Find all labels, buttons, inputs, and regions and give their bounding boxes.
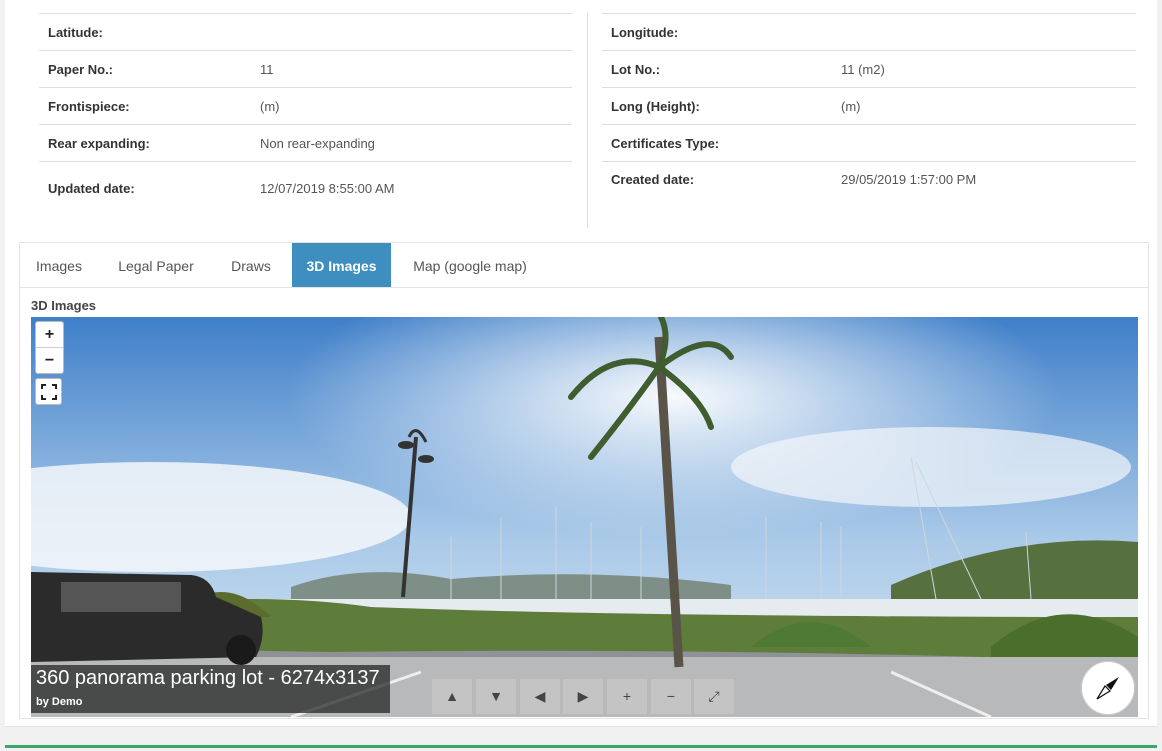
bottom-accent-bar xyxy=(5,745,1157,748)
nav-zoom-in-button[interactable]: + xyxy=(607,679,647,714)
detail-value: 11 (m2) xyxy=(841,61,885,77)
pan-up-button[interactable]: ▲ xyxy=(432,679,472,714)
detail-value: 29/05/2019 1:57:00 PM xyxy=(841,172,977,187)
zoom-out-button[interactable]: − xyxy=(36,347,63,373)
tab-map-google[interactable]: Map (google map) xyxy=(402,243,538,287)
detail-row-certificates-type: Certificates Type: xyxy=(602,124,1136,161)
tab-legal-paper[interactable]: Legal Paper xyxy=(108,243,204,287)
detail-label: Certificates Type: xyxy=(611,135,720,151)
tab-draws[interactable]: Draws xyxy=(220,243,282,287)
detail-label: Updated date: xyxy=(48,181,135,196)
compass-icon xyxy=(1096,677,1119,700)
detail-label: Latitude: xyxy=(48,24,103,40)
fullscreen-icon xyxy=(40,383,57,400)
panorama-image xyxy=(31,317,1138,717)
fullscreen-button[interactable] xyxy=(35,378,62,405)
detail-row-lot-no: Lot No.: 11 (m2) xyxy=(602,50,1136,87)
pan-right-button[interactable]: ▶ xyxy=(563,679,603,714)
compass-button[interactable] xyxy=(1081,661,1135,715)
zoom-controls: + − xyxy=(35,321,64,374)
column-divider xyxy=(587,13,588,228)
detail-label: Lot No.: xyxy=(611,61,661,77)
detail-label: Long (Height): xyxy=(611,98,700,114)
pan-down-button[interactable]: ▼ xyxy=(476,679,516,714)
panorama-title: 360 panorama parking lot - 6274x3137 xyxy=(36,667,380,689)
detail-value: (m) xyxy=(841,98,861,114)
tab-3d-images[interactable]: 3D Images xyxy=(292,243,391,287)
panorama-caption: 360 panorama parking lot - 6274x3137 by … xyxy=(31,665,390,713)
media-tabs: Images Legal Paper Draws 3D Images Map (… xyxy=(20,243,1148,288)
detail-label: Created date: xyxy=(611,172,695,187)
detail-label: Rear expanding: xyxy=(48,135,150,151)
detail-label: Paper No.: xyxy=(48,61,114,77)
detail-label: Longitude: xyxy=(611,24,679,40)
tab-images[interactable]: Images xyxy=(20,243,98,287)
details-right-column: Longitude: Lot No.: 11 (m2) Long (Height… xyxy=(602,13,1136,197)
panorama-viewer[interactable]: + − 360 panorama parking lot - 6274x3137… xyxy=(31,317,1138,717)
detail-row-rear-expanding: Rear expanding: Non rear-expanding xyxy=(39,124,572,161)
detail-row-paper-no: Paper No.: 11 xyxy=(39,50,572,87)
media-tab-panel: Images Legal Paper Draws 3D Images Map (… xyxy=(19,242,1149,719)
details-left-column: Latitude: Paper No.: 11 Frontispiece: (m… xyxy=(39,13,572,215)
detail-value: 11 xyxy=(260,61,274,77)
detail-row-latitude: Latitude: xyxy=(39,13,572,50)
property-details-card: Latitude: Paper No.: 11 Frontispiece: (m… xyxy=(5,0,1157,727)
section-title: 3D Images xyxy=(31,298,97,313)
pan-left-button[interactable]: ◀ xyxy=(520,679,560,714)
nav-fullscreen-button[interactable]: ⤢ xyxy=(694,679,734,714)
zoom-in-button[interactable]: + xyxy=(36,322,63,347)
nav-zoom-out-button[interactable]: − xyxy=(651,679,691,714)
detail-row-created-date: Created date: 29/05/2019 1:57:00 PM xyxy=(602,161,1136,197)
detail-value: (m) xyxy=(260,98,280,114)
detail-value: 12/07/2019 8:55:00 AM xyxy=(260,181,395,196)
detail-row-frontispiece: Frontispiece: (m) xyxy=(39,87,572,124)
detail-row-longitude: Longitude: xyxy=(602,13,1136,50)
panorama-author: by Demo xyxy=(36,696,83,708)
detail-value: Non rear-expanding xyxy=(260,135,375,151)
detail-row-updated-date: Updated date: 12/07/2019 8:55:00 AM xyxy=(39,161,572,215)
detail-label: Frontispiece: xyxy=(48,98,130,114)
detail-row-long-height: Long (Height): (m) xyxy=(602,87,1136,124)
